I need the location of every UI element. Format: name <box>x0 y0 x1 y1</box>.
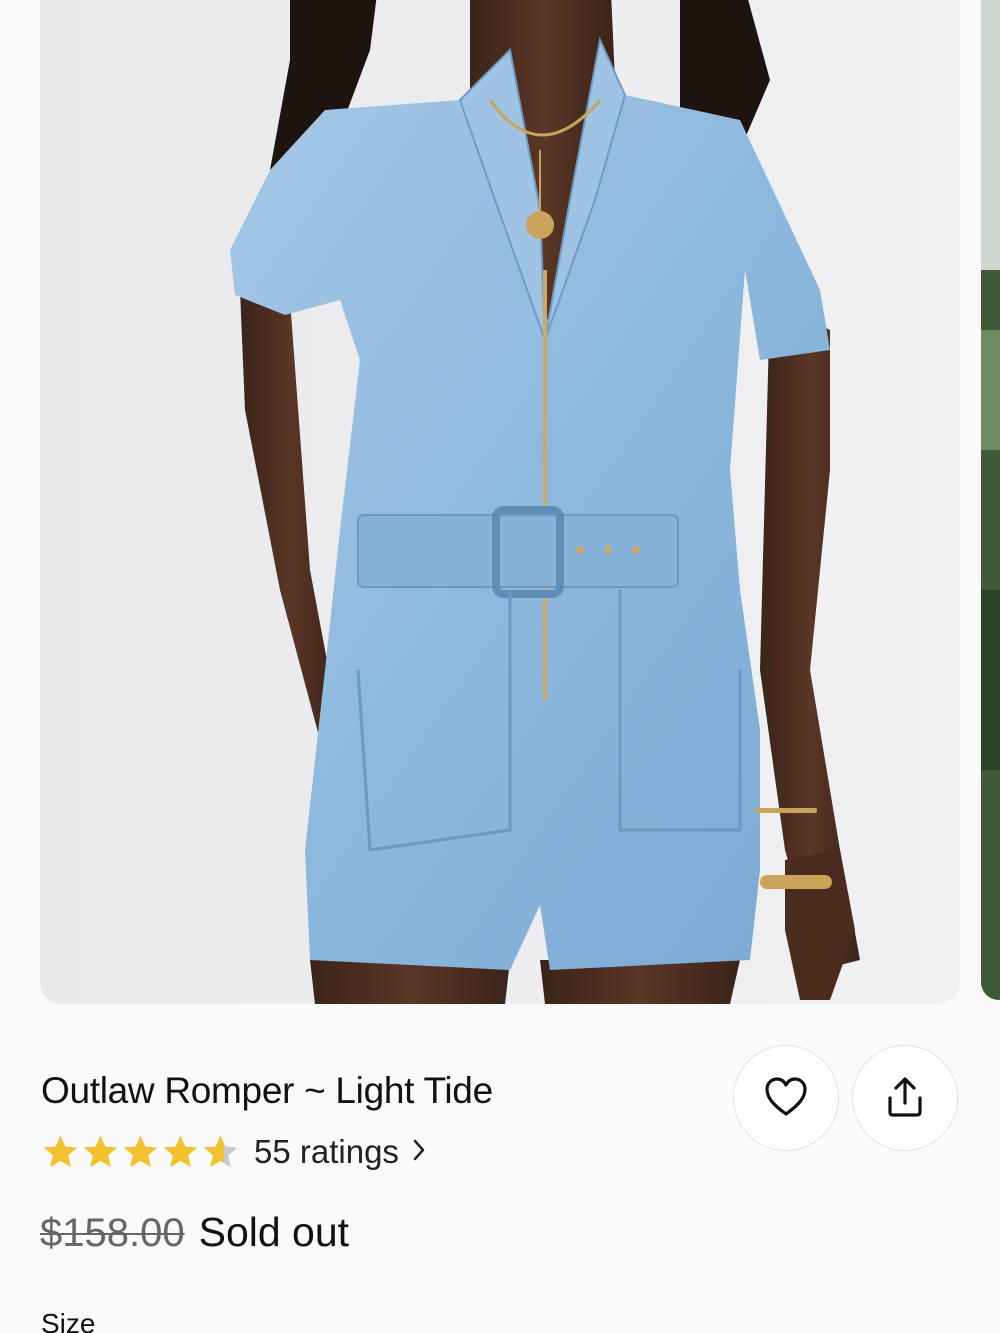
share-button[interactable] <box>852 1045 958 1151</box>
favorite-button[interactable] <box>733 1045 839 1151</box>
original-price: $158.00 <box>40 1211 185 1255</box>
star-icon <box>43 1134 78 1167</box>
next-product-image[interactable] <box>981 0 1000 1000</box>
ratings-link[interactable]: 55 ratings <box>41 1130 429 1174</box>
price-row: $158.00 Sold out <box>40 1209 349 1256</box>
product-image[interactable] <box>40 0 960 1004</box>
product-title: Outlaw Romper ~ Light Tide <box>41 1070 493 1111</box>
product-page: Outlaw Romper ~ Light Tide 55 ratings $1… <box>0 0 1000 1333</box>
size-label: Size <box>41 1308 96 1333</box>
star-icon <box>83 1134 118 1167</box>
star-icon <box>123 1134 158 1167</box>
star-icon <box>203 1134 238 1167</box>
chevron-right-icon <box>411 1135 429 1170</box>
next-photo-illustration <box>981 0 1000 1000</box>
star-rating <box>41 1133 240 1172</box>
product-image-carousel[interactable] <box>0 0 1000 1004</box>
heart-icon <box>764 1076 808 1120</box>
star-icon <box>163 1134 198 1167</box>
product-photo-illustration <box>40 0 960 1004</box>
ratings-count: 55 ratings <box>254 1133 399 1170</box>
availability-status: Sold out <box>198 1209 350 1255</box>
share-icon <box>885 1076 925 1121</box>
